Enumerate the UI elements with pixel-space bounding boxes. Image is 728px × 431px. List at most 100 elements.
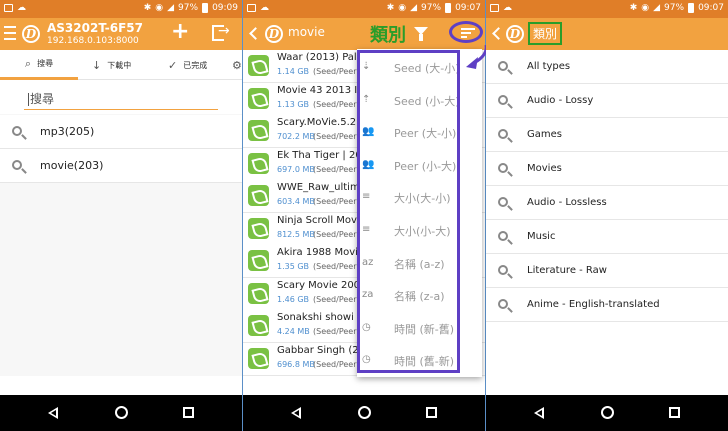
file-size: 696.8 MB <box>277 359 315 369</box>
category-item[interactable]: Anime - English-translated <box>486 288 728 322</box>
list-item[interactable]: movie(203) <box>0 149 242 183</box>
nav-back-icon[interactable] <box>534 407 544 419</box>
category-item[interactable]: All types <box>486 50 728 84</box>
nav-home-icon[interactable] <box>358 406 371 419</box>
search-icon <box>12 160 22 170</box>
android-nav-bar <box>486 395 728 431</box>
back-chevron-icon[interactable] <box>492 27 505 40</box>
battery-percent: 97% <box>664 3 685 13</box>
category-item[interactable]: Audio - Lossless <box>486 186 728 220</box>
search-icon <box>498 95 508 105</box>
battery-percent: 97% <box>178 3 199 13</box>
search-tab-icon: ⌕ <box>24 56 32 70</box>
image-notification-icon <box>247 4 256 12</box>
app-bar: D movie 類別 <box>243 18 485 50</box>
app-logo: D <box>265 25 283 43</box>
back-chevron-icon[interactable] <box>249 27 262 40</box>
category-item[interactable]: Movies <box>486 152 728 186</box>
seed-peer-label: (Seed/Peer <box>313 164 357 174</box>
nav-recents-icon[interactable] <box>183 407 194 418</box>
tab-search[interactable]: ⌕ 搜尋 <box>0 50 78 80</box>
file-size: 603.4 MB <box>277 197 315 206</box>
search-icon <box>498 231 508 241</box>
result-label: movie(203) <box>40 159 104 172</box>
category-label: Audio - Lossless <box>527 197 607 208</box>
category-label: Music <box>527 231 556 242</box>
torrent-leaf-icon <box>248 152 269 174</box>
battery-icon <box>688 3 695 13</box>
category-item[interactable]: Music <box>486 220 728 254</box>
seed-peer-label: (Seed/Peer <box>313 197 357 206</box>
wifi-icon: ◉ <box>641 3 650 13</box>
torrent-leaf-icon <box>248 185 269 206</box>
category-item[interactable]: Games <box>486 118 728 152</box>
seed-peer: (Seed/Peer <box>313 327 357 336</box>
app-logo: D <box>506 25 524 43</box>
search-icon <box>12 126 22 136</box>
torrent-leaf-icon <box>248 87 269 109</box>
settings-tab-icon[interactable]: ⚙ <box>232 50 242 80</box>
clock: 09:07 <box>455 3 481 13</box>
category-item[interactable]: Literature - Raw <box>486 254 728 288</box>
image-notification-icon <box>490 4 499 12</box>
category-title: 類別 <box>528 22 563 45</box>
add-icon[interactable]: + <box>171 21 189 43</box>
seed-peer-label: (Seed/Peer <box>313 67 357 76</box>
clock: 09:09 <box>212 3 238 13</box>
list-item[interactable]: mp3(205) <box>0 115 242 149</box>
torrent-leaf-icon <box>248 282 269 304</box>
sort-button[interactable] <box>449 21 483 43</box>
search-placeholder: 搜尋 <box>30 92 55 106</box>
android-nav-bar <box>0 395 242 431</box>
nav-home-icon[interactable] <box>601 406 614 419</box>
category-label: Anime - English-translated <box>527 299 660 310</box>
file-size: 1.35 GB <box>277 262 310 271</box>
search-input[interactable]: 搜尋 <box>24 86 218 110</box>
category-annotation-label: 類別 <box>370 25 406 46</box>
torrent-leaf-icon <box>248 55 269 76</box>
search-icon <box>498 299 508 309</box>
status-bar: ☁ ✱ ◉ ◢ 97% 09:09 <box>0 0 242 18</box>
clock: 09:07 <box>698 3 724 13</box>
tab-bar: ⌕ 搜尋 ↓ 下載中 ✓ 已完成 ⚙ <box>0 50 242 80</box>
phone-search-screen: ☁ ✱ ◉ ◢ 97% 09:09 D AS3202T-6F57 192.168… <box>0 0 242 431</box>
tab-downloading[interactable]: ↓ 下載中 <box>92 50 131 80</box>
nav-recents-icon[interactable] <box>426 407 437 418</box>
battery-icon <box>445 3 452 13</box>
seed-peer: (Seed/Peer <box>313 262 357 271</box>
app-bar: D 類別 <box>486 18 728 50</box>
server-address: 192.168.0.103:8000 <box>47 36 139 46</box>
bluetooth-icon: ✱ <box>629 3 638 13</box>
status-bar: ☁ ✱ ◉ ◢ 97% 09:07 <box>486 0 728 18</box>
download-arrow-icon: ↓ <box>92 58 102 72</box>
filter-icon[interactable] <box>414 27 428 41</box>
search-icon <box>498 61 508 71</box>
app-logo: D <box>22 25 40 43</box>
nav-back-icon[interactable] <box>48 407 58 419</box>
logout-icon[interactable] <box>212 23 230 41</box>
category-item[interactable]: Audio - Lossy <box>486 84 728 118</box>
nav-back-icon[interactable] <box>291 407 301 419</box>
file-size: 812.5 MB <box>277 229 315 239</box>
server-name: AS3202T-6F57 <box>47 21 143 35</box>
signal-icon: ◢ <box>167 3 175 13</box>
nav-recents-icon[interactable] <box>669 407 680 418</box>
torrent-leaf-icon <box>248 315 269 336</box>
category-label: Movies <box>527 163 562 174</box>
nav-home-icon[interactable] <box>115 406 128 419</box>
wifi-icon: ◉ <box>155 3 164 13</box>
category-label: Literature - Raw <box>527 265 607 276</box>
seed-peer: (Seed/Peer <box>313 230 357 239</box>
sort-icon <box>461 28 475 40</box>
cloud-notification-icon: ☁ <box>260 3 269 13</box>
tab-completed[interactable]: ✓ 已完成 <box>168 50 207 80</box>
check-icon: ✓ <box>168 58 178 72</box>
menu-icon[interactable] <box>4 26 16 44</box>
seed-peer-label: (Seed/Peer <box>313 229 357 239</box>
seed-peer-label: (Seed/Peer <box>313 262 357 271</box>
seed-peer-label: (Seed/Peer <box>313 132 357 141</box>
category-label: Audio - Lossy <box>527 95 594 106</box>
signal-icon: ◢ <box>653 3 661 13</box>
torrent-leaf-icon <box>248 250 269 271</box>
folder-title: movie <box>288 25 325 39</box>
